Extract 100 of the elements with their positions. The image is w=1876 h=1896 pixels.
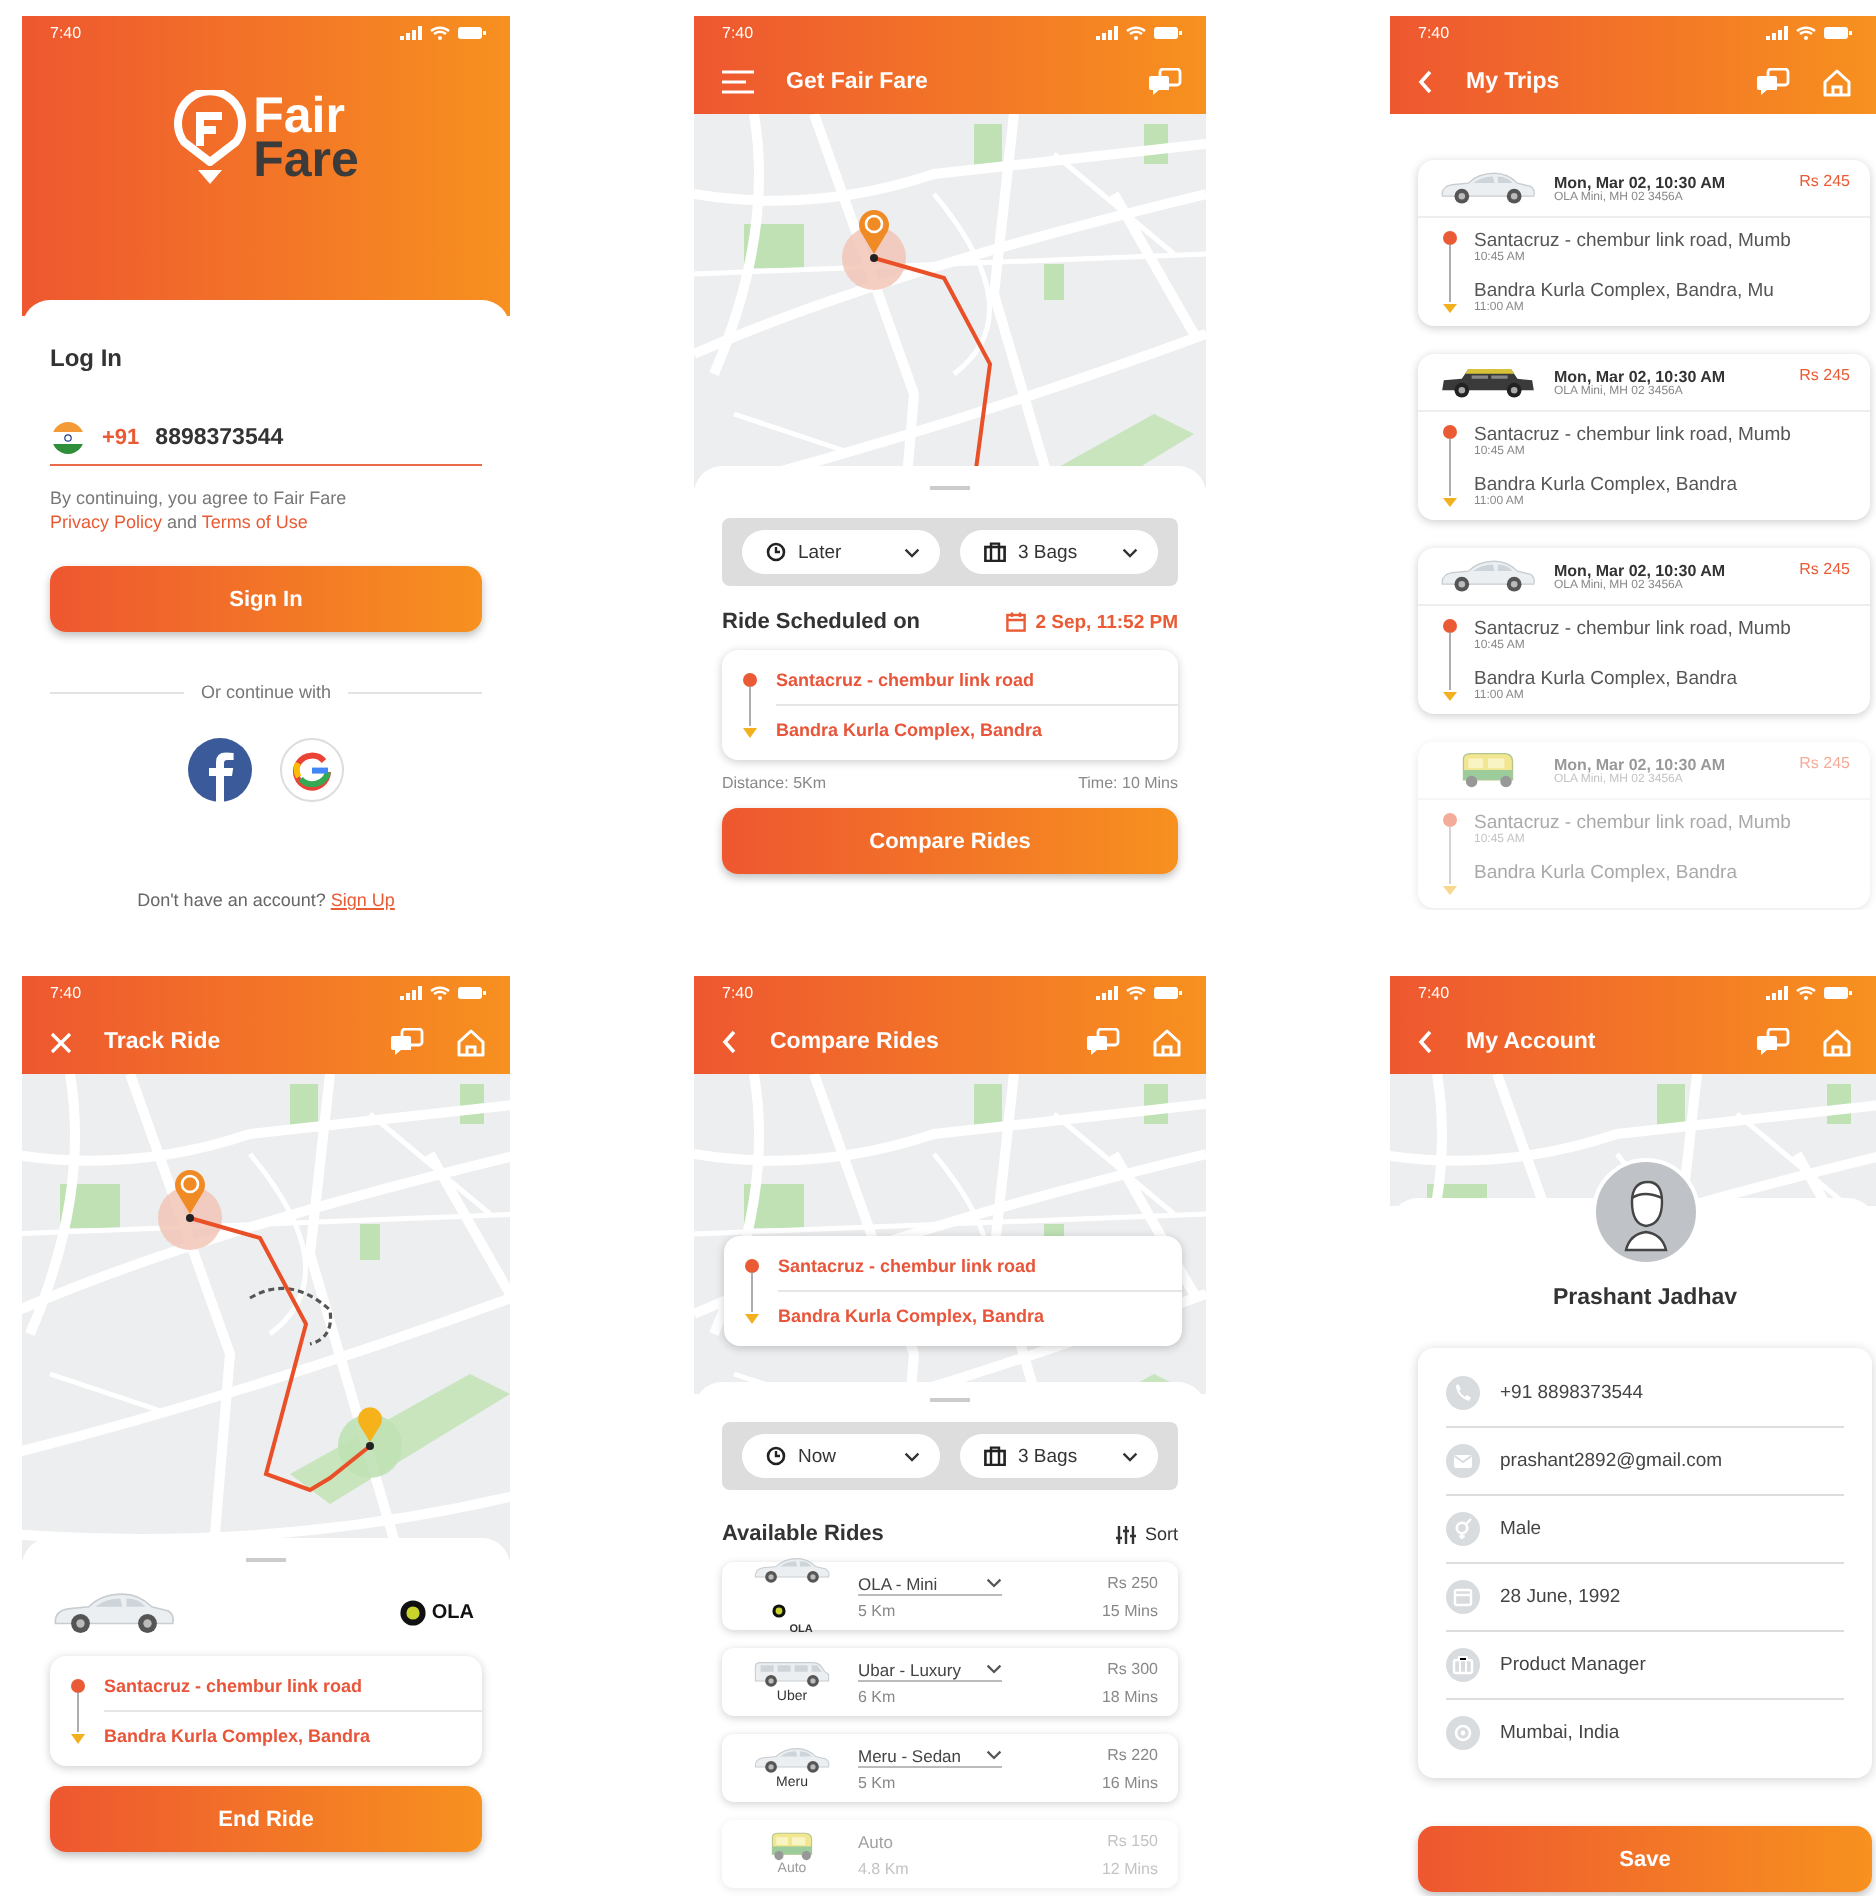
wifi-icon [1126,26,1146,40]
screen-title: Track Ride [104,1030,221,1054]
home-icon[interactable] [1822,1027,1852,1057]
luggage-icon [984,542,1006,562]
bags-dropdown[interactable]: 3 Bags [960,1434,1158,1478]
facebook-icon[interactable] [188,738,252,802]
terms-link[interactable]: Terms of Use [201,512,308,532]
status-time: 7:40 [1418,984,1450,1002]
schedule-label: Ride Scheduled on [722,610,921,634]
home-icon[interactable] [1822,67,1852,97]
ride-duration: 15 Mins [1101,1601,1158,1619]
wifi-icon [1126,986,1146,1000]
available-rides-heading: Available Rides [722,1522,884,1546]
trip-date: Mon, Mar 02, 10:30 AM [1554,367,1728,385]
profile-name: Prashant Jadhav [1552,1286,1738,1310]
battery-icon [1154,26,1182,40]
translate-icon[interactable] [1086,1028,1120,1056]
divider-text: Or continue with [200,682,332,702]
ride-price: Rs 300 [1107,1659,1158,1677]
ride-distance: 5 Km [858,1601,898,1619]
back-icon[interactable] [722,1030,738,1054]
pin-logo-icon [173,90,246,186]
ride-type: Ubar - Luxury [858,1659,961,1679]
logo-text: Fare [253,138,359,182]
translate-icon[interactable] [1756,68,1790,96]
translate-icon[interactable] [390,1028,424,1056]
pickup-location: Santacruz - chembur link road, Mumb [1474,812,1791,834]
battery-icon [458,26,486,40]
route-marker-icon [744,1257,760,1325]
calendar-icon [1005,612,1026,632]
battery-icon [1154,986,1182,1000]
route-marker-icon [70,1677,86,1746]
ride-distance: 5 Km [858,1773,898,1791]
clock-icon [766,1446,786,1466]
bags-dropdown[interactable]: 3 Bags [960,530,1158,574]
phone-icon [1446,1376,1480,1410]
screen-title: Get Fair Fare [786,70,928,94]
close-icon[interactable] [50,1031,72,1053]
van-icon [752,1660,832,1690]
sort-button[interactable]: Sort [1116,1524,1178,1544]
pickup-location: Santacruz - chembur link road [778,1254,1039,1280]
profile-field-value[interactable]: 28 June, 1992 [1500,1586,1621,1608]
time-text: Time: 10 Mins [1078,774,1178,792]
translate-icon[interactable] [1148,68,1182,96]
signal-icon [1096,26,1118,40]
clock-icon [766,542,786,562]
status-time: 7:40 [722,24,754,42]
trip-date: Mon, Mar 02, 10:30 AM [1554,755,1728,773]
caret-icon[interactable] [986,1578,1002,1588]
login-heading: Log In [50,344,124,372]
car-icon [1438,170,1538,206]
wifi-icon [430,986,450,1000]
back-icon[interactable] [1418,70,1434,94]
profile-field-value[interactable]: Mumbai, India [1500,1722,1620,1744]
pickup-location: Santacruz - chembur link road [104,1674,365,1701]
trip-date: Mon, Mar 02, 10:30 AM [1554,173,1728,191]
home-icon[interactable] [456,1027,486,1057]
drop-location: Bandra Kurla Complex, Bandra [1474,474,1739,496]
translate-icon[interactable] [1756,1028,1790,1056]
screen-title: My Trips [1466,70,1560,94]
pickup-location: Santacruz - chembur link road, Mumb [1474,424,1791,446]
caret-icon[interactable] [986,1750,1002,1760]
battery-icon [458,986,486,1000]
signal-icon [400,26,422,40]
caret-icon[interactable] [986,1664,1002,1674]
date-icon [1446,1580,1480,1614]
profile-field-value[interactable]: +91 8898373544 [1500,1382,1644,1404]
back-icon[interactable] [1418,1030,1434,1054]
status-time: 7:40 [50,984,82,1002]
status-time: 7:40 [50,24,82,42]
ride-distance: 6 Km [858,1687,898,1705]
drop-location: Bandra Kurla Complex, Bandra [776,718,1045,744]
caret-icon [1122,1451,1138,1461]
drop-location: Bandra Kurla Complex, Bandra, Mu [1474,280,1776,302]
pickup-location: Santacruz - chembur link road, Mumb [1474,618,1791,640]
taxi-icon [1438,364,1538,400]
trip-price: Rs 245 [1799,560,1850,578]
time-dropdown[interactable]: Later [742,530,940,574]
menu-icon[interactable] [722,70,754,94]
home-icon[interactable] [1152,1027,1182,1057]
ride-type: OLA - Mini [858,1573,938,1593]
wifi-icon [1796,986,1816,1000]
profile-field-value[interactable]: prashant2892@gmail.com [1500,1450,1723,1472]
profile-field-value[interactable]: Male [1500,1518,1542,1540]
signal-icon [400,986,422,1000]
email-icon [1446,1444,1480,1478]
ride-duration: 16 Mins [1101,1773,1158,1791]
drop-location: Bandra Kurla Complex, Bandra [778,1304,1047,1330]
auto-rickshaw-icon [768,1832,816,1862]
phone-number-input[interactable]: 8898373544 [155,426,396,450]
time-dropdown[interactable]: Now [742,1434,940,1478]
profile-field-value[interactable]: Product Manager [1500,1654,1646,1676]
wifi-icon [430,26,450,40]
status-time: 7:40 [722,984,754,1002]
google-icon[interactable] [280,738,344,802]
status-time: 7:40 [1418,24,1450,42]
ride-price: Rs 220 [1107,1745,1158,1763]
country-code: +91 [102,426,140,450]
route-marker-icon [1442,424,1458,508]
filter-icon [1116,1525,1137,1543]
